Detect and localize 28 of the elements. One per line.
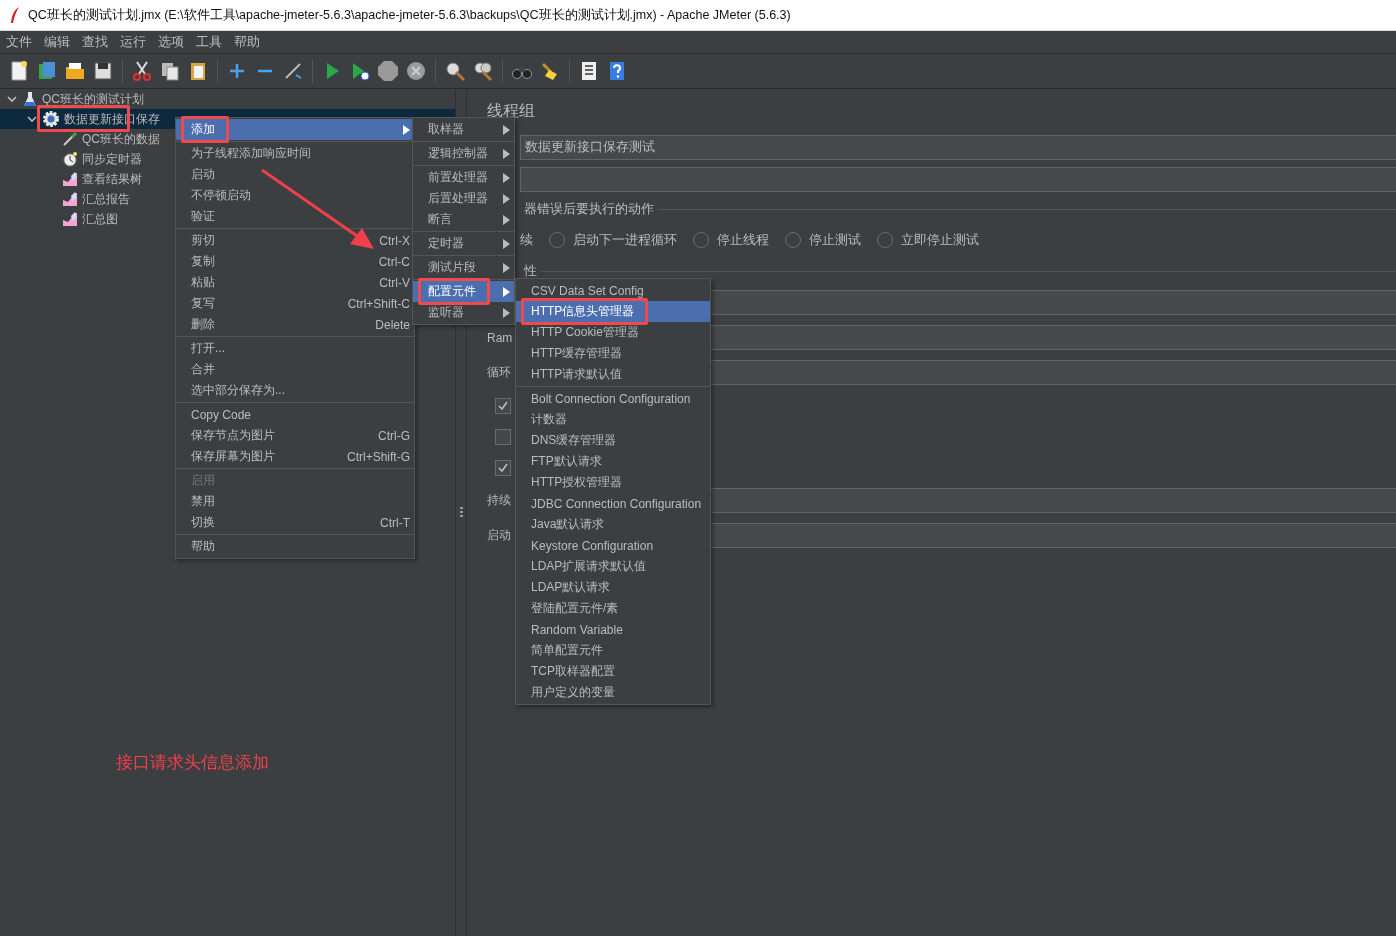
section-label: 器错误后要执行的动作: [524, 200, 654, 218]
annotation-caption: 接口请求头信息添加: [116, 752, 269, 774]
shortcut-text: Ctrl-C: [378, 254, 410, 269]
shortcut-text: Ctrl-G: [378, 428, 410, 443]
panel-title: 线程组: [487, 101, 536, 121]
shortcut-text: Ctrl-X: [379, 233, 410, 248]
shortcut-text: Ctrl+Shift-C: [347, 296, 410, 311]
tree-node-label: 查看结果树: [82, 171, 142, 186]
field-label: 循环: [487, 364, 512, 381]
shortcut-text: Ctrl+Shift-G: [347, 449, 410, 464]
shortcut-text: Ctrl-T: [380, 515, 410, 530]
option-label: 续: [520, 231, 533, 249]
option-label: 停止测试: [809, 231, 861, 249]
field-label: Ram: [487, 330, 514, 345]
tree-node-label: 汇总报告: [82, 191, 130, 206]
tree-node-label: 同步定时器: [82, 151, 142, 166]
shortcut-text: Delete: [375, 317, 410, 332]
shortcut-text: Ctrl-V: [379, 275, 410, 290]
section-label: 性: [524, 262, 537, 280]
option-label: 停止线程: [717, 231, 769, 249]
tree-node-label: QC班长的测试计划: [42, 91, 144, 106]
window-title: QC班长的测试计划.jmx (E:\软件工具\apache-jmeter-5.6.3\apache-jmeter-5.6.3\backups\QC班长的测试计划.jmx) - Apache JMeter (5.6.3): [28, 6, 791, 24]
tree-node-label: 汇总图: [82, 211, 118, 226]
tree-node-label: QC班长的数据: [82, 131, 160, 146]
field-label: 启动: [487, 527, 512, 544]
field-label: 持续: [487, 492, 512, 509]
option-label: 启动下一进程循环: [573, 231, 677, 249]
option-label: 立即停止测试: [901, 231, 979, 249]
